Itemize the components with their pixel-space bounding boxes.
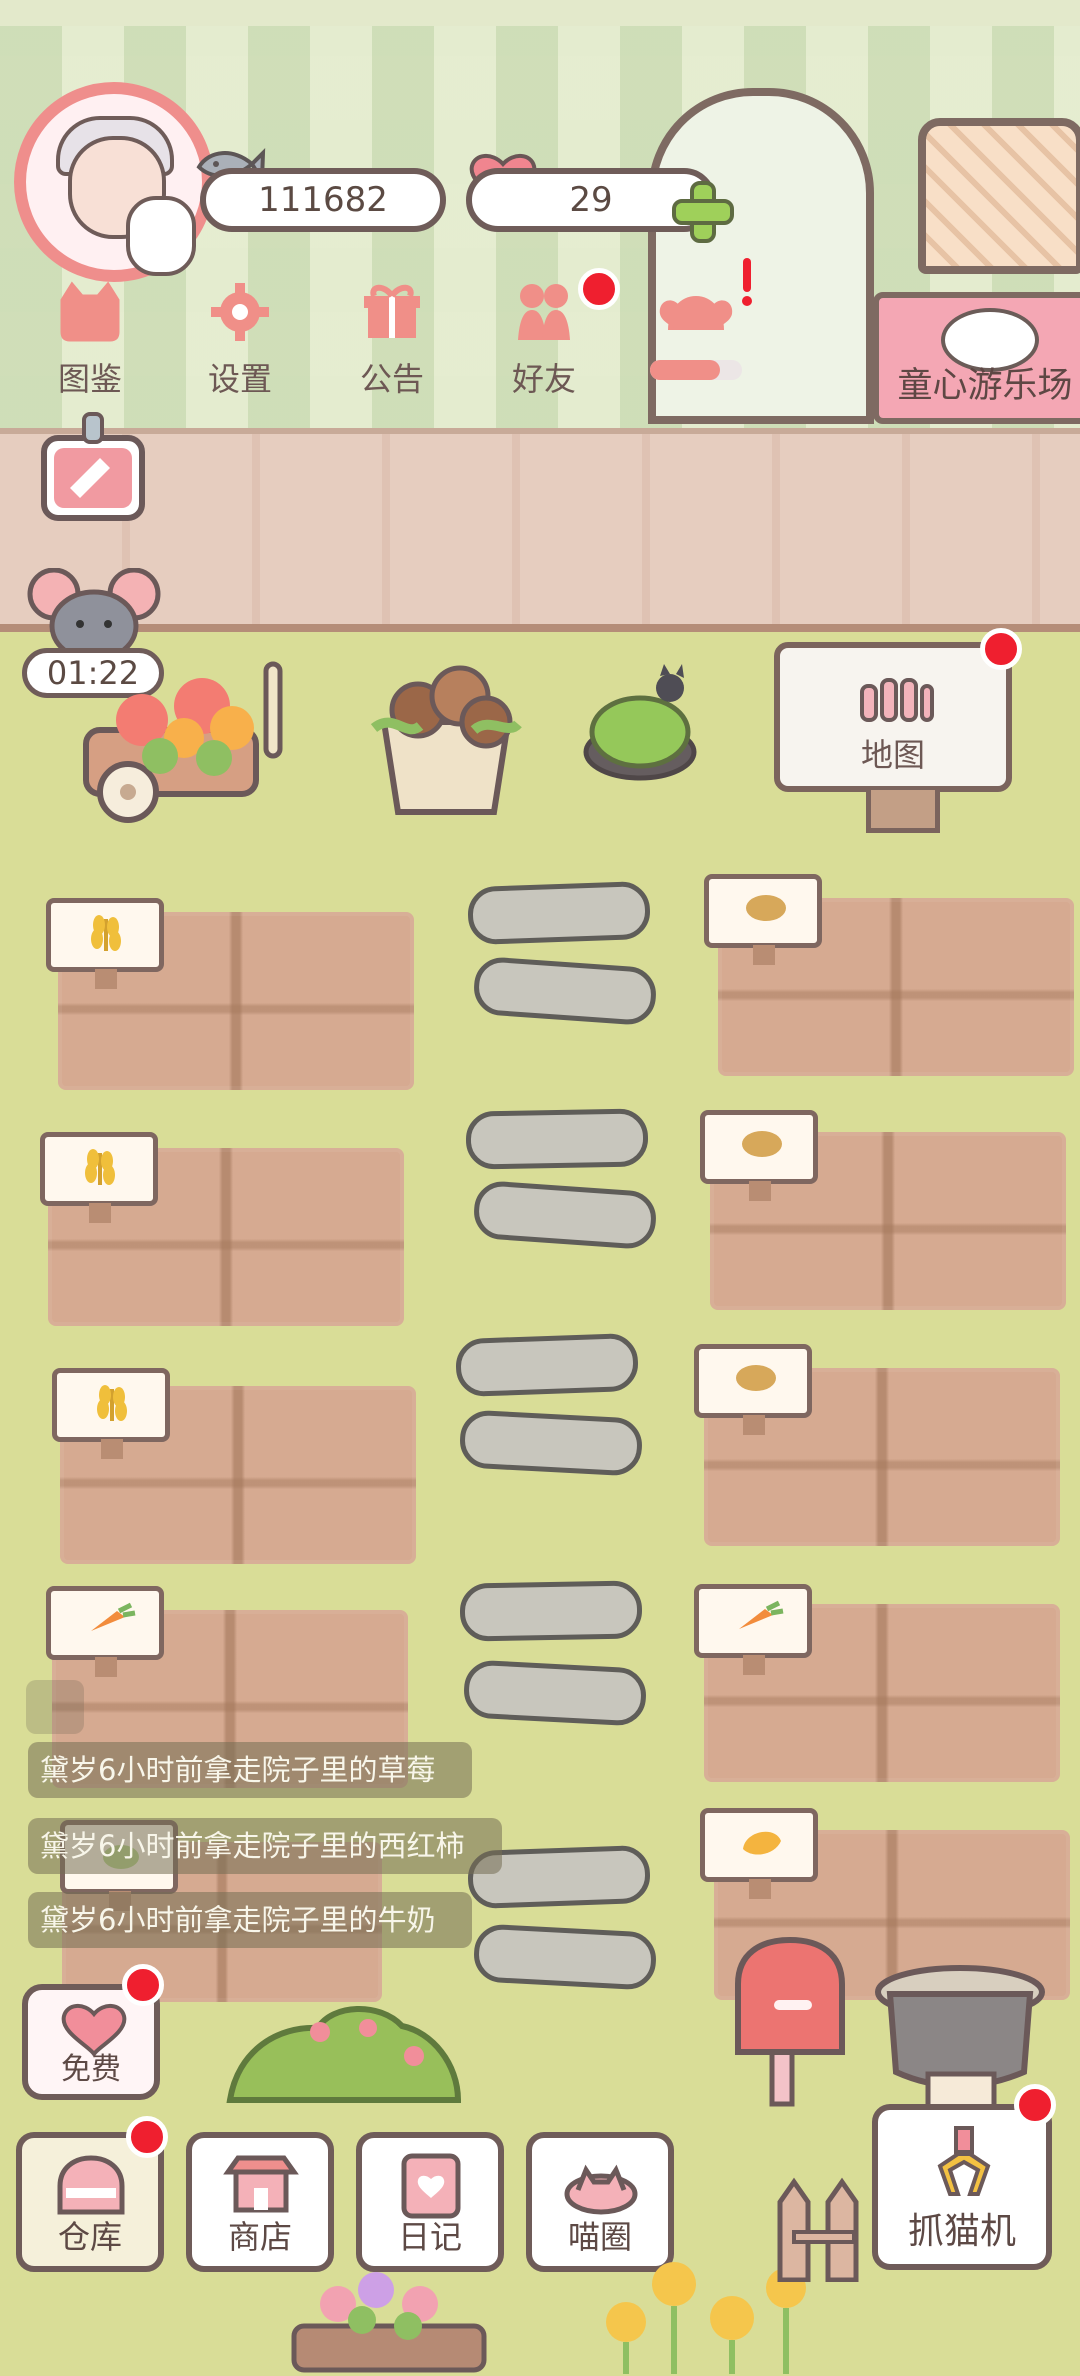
claw-machine-label: 抓猫机 <box>907 2211 1016 2252</box>
stepping-stone <box>455 1332 639 1398</box>
feed-message: 黛岁6小时前拿走院子里的牛奶 <box>28 1892 472 1948</box>
bunny-icon <box>126 196 196 276</box>
gear-icon <box>211 283 269 341</box>
map-post <box>866 790 940 833</box>
map-button[interactable]: 地图 <box>774 642 1012 833</box>
crop-sign-potato <box>694 1344 812 1435</box>
crop-sign-wheat <box>52 1368 170 1459</box>
menu-label: 设置 <box>207 360 272 398</box>
diary-button[interactable]: 日记 <box>356 2132 504 2272</box>
claw-icon <box>937 2126 991 2196</box>
feed-heart-icon <box>26 1680 84 1734</box>
fence-map-icon <box>860 678 934 722</box>
menu-collection[interactable]: 图鉴 <box>36 276 144 398</box>
hand-heart-icon <box>659 296 733 330</box>
sign-post <box>743 1415 765 1435</box>
gift-icon <box>364 284 420 338</box>
sign-post <box>743 1655 765 1675</box>
friends-badge <box>578 268 620 310</box>
crop-sign-potato <box>704 874 822 965</box>
warehouse-badge <box>126 2116 168 2158</box>
crop-sign-potato <box>700 1110 818 1201</box>
shop-label: 商店 <box>227 2218 292 2256</box>
top-strip <box>0 0 1080 26</box>
potato-icon <box>736 1365 776 1391</box>
diary-label: 日记 <box>397 2218 462 2256</box>
plus-icon[interactable] <box>668 177 738 247</box>
potato-icon <box>742 1131 782 1157</box>
menu-label: 图鉴 <box>57 360 122 398</box>
free-badge <box>122 1964 164 2006</box>
flower-bush[interactable] <box>220 1986 470 2116</box>
flower-cart[interactable] <box>72 646 306 836</box>
stepping-stone <box>462 1659 648 1727</box>
cat-book-icon <box>60 281 120 342</box>
wheat-icon <box>97 1385 127 1421</box>
mango-icon <box>743 1831 781 1855</box>
carrot-icon <box>91 1602 136 1631</box>
journal-icon[interactable] <box>34 408 152 526</box>
amusement-park-button[interactable]: 童心游乐场 <box>873 292 1080 424</box>
menu-label: 公告 <box>359 360 424 398</box>
lattice-window <box>918 118 1080 274</box>
feed-message: 黛岁6小时前拿走院子里的西红柿 <box>28 1818 502 1874</box>
sign-post <box>749 1879 771 1899</box>
cat-grass-pot[interactable] <box>580 660 700 790</box>
stepping-stone <box>472 1179 658 1251</box>
wheat-icon <box>91 915 121 951</box>
free-label: 免费 <box>61 2052 121 2087</box>
carrot-icon <box>739 1600 784 1629</box>
flower-pot <box>291 2272 487 2373</box>
interaction-progress-track <box>650 360 742 380</box>
friends-icon <box>518 284 570 340</box>
menu-announcement[interactable]: 公告 <box>338 276 446 398</box>
crop-sign-mango <box>700 1808 818 1899</box>
sign-post <box>95 969 117 989</box>
shop-button[interactable]: 商店 <box>186 2132 334 2272</box>
menu-interaction[interactable] <box>644 280 748 390</box>
claw-machine-button[interactable]: 抓猫机 <box>872 2104 1052 2270</box>
sign-post <box>753 945 775 965</box>
sign-post <box>95 1657 117 1677</box>
amusement-park-label: 童心游乐场 <box>897 366 1073 406</box>
crop-sign-wheat <box>46 898 164 989</box>
interaction-progress-fill <box>650 360 720 380</box>
sign-post <box>101 1439 123 1459</box>
wooden-fence-post <box>777 2177 859 2282</box>
stepping-stone <box>465 1108 649 1170</box>
coin-balance: 111682 <box>200 168 446 232</box>
menu-settings[interactable]: 设置 <box>186 276 294 398</box>
stepping-stone <box>458 1409 644 1477</box>
crop-sign-wheat <box>40 1132 158 1223</box>
potato-icon <box>746 895 786 921</box>
mailbox[interactable] <box>718 1934 862 2110</box>
feed-message: 黛岁6小时前拿走院子里的草莓 <box>28 1742 472 1798</box>
stepping-stone <box>472 1923 658 1991</box>
crop-sign-carrot <box>46 1586 164 1677</box>
wheat-icon <box>85 1149 115 1185</box>
stepping-stone <box>467 880 651 946</box>
mushroom-basket[interactable] <box>364 652 528 824</box>
sign-post <box>89 1203 111 1223</box>
exclamation-icon <box>742 258 752 306</box>
warehouse-label: 仓库 <box>57 2218 122 2256</box>
stepping-stone <box>459 1580 643 1642</box>
crop-sign-carrot <box>694 1584 812 1675</box>
claw-machine-badge <box>1014 2084 1056 2126</box>
stepping-stone <box>472 955 658 1027</box>
map-label: 地图 <box>860 736 925 774</box>
sign-post <box>749 1181 771 1201</box>
map-badge <box>980 628 1022 670</box>
menu-label: 好友 <box>511 360 576 398</box>
